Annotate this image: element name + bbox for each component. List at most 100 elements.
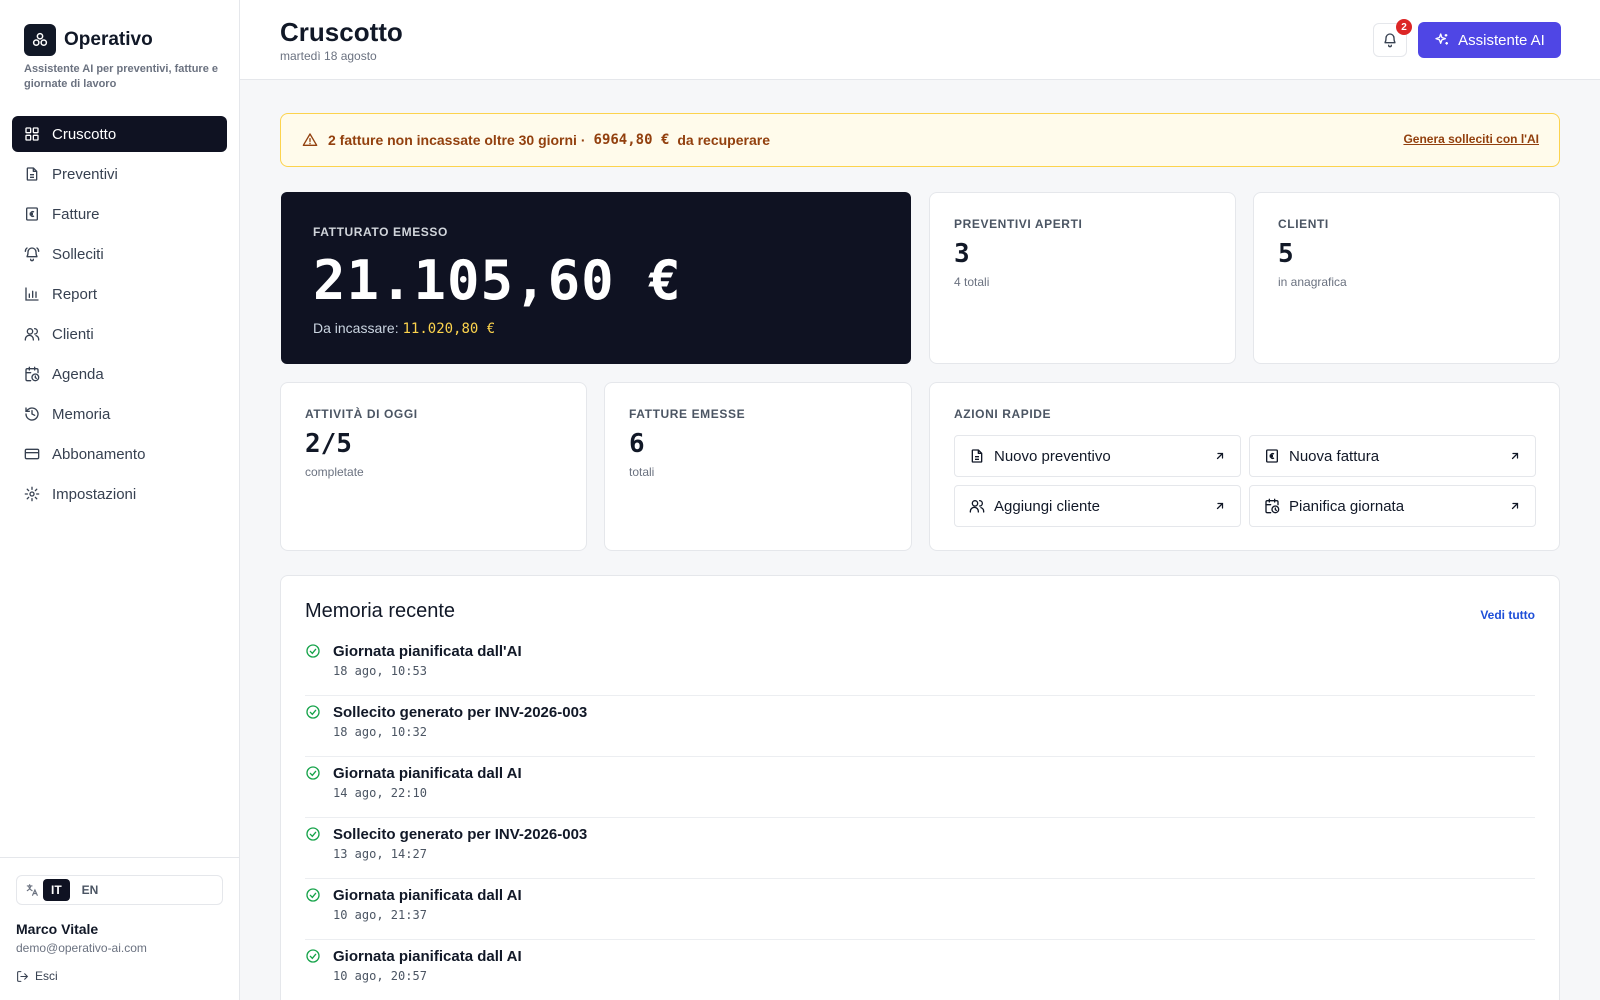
memory-item-title: Sollecito generato per INV-2026-003 <box>333 704 588 721</box>
new-invoice-label: Nuova fattura <box>1289 447 1380 465</box>
new-invoice-button[interactable]: Nuova fattura <box>1249 435 1536 477</box>
recent-memory-title: Memoria recente <box>305 600 456 622</box>
notifications-button[interactable]: 2 <box>1373 19 1412 57</box>
sidebar-item-label: Impostazioni <box>52 485 137 503</box>
clients-label: Clienti <box>1278 217 1329 231</box>
sidebar-footer: IT EN Marco Vitale demo@operativo-ai.com… <box>0 857 239 1000</box>
language-it-button[interactable]: IT <box>43 879 70 901</box>
sidebar-item-label: Memoria <box>52 405 111 423</box>
arrow-up-right-icon <box>1511 502 1519 510</box>
app-tagline: Assistente AI per preventivi, fatture e … <box>24 63 218 90</box>
check-circle-icon <box>306 827 320 841</box>
invoice-euro-icon <box>1266 449 1278 463</box>
list-item[interactable]: Giornata pianificata dall'AI 18 ago, 10:… <box>305 635 1535 696</box>
arrow-up-right-icon <box>1216 452 1224 460</box>
open-quotes-value: 3 <box>954 239 970 269</box>
list-item[interactable]: Giornata pianificata dall AI 14 ago, 22:… <box>305 757 1535 818</box>
new-quote-label: Nuovo preventivo <box>994 447 1111 465</box>
sidebar-item-report[interactable]: Report <box>12 276 227 312</box>
memory-item-title: Sollecito generato per INV-2026-003 <box>333 826 588 843</box>
today-activities-sub: completate <box>305 465 364 479</box>
users-icon <box>969 500 985 513</box>
app-logo-icon <box>24 24 56 56</box>
invoices-issued-card[interactable]: Fatture emesse 6 totali <box>604 382 912 551</box>
open-quotes-sub: 4 totali <box>954 275 990 289</box>
check-circle-icon <box>306 705 320 719</box>
plan-day-button[interactable]: Pianifica giornata <box>1249 485 1536 527</box>
warning-icon <box>302 133 318 146</box>
sidebar-item-cruscotto[interactable]: Cruscotto <box>12 116 227 152</box>
logout-button[interactable]: Esci <box>16 969 58 983</box>
logout-icon <box>17 970 29 982</box>
revenue-card: Fatturato emesso 21.105,60 € Da incassar… <box>281 192 911 364</box>
generate-reminders-link[interactable]: Genera solleciti con l'AI <box>1403 132 1539 146</box>
page-header: Cruscotto martedì 18 agosto 2 Assistente… <box>240 0 1600 80</box>
list-item[interactable]: Giornata pianificata dall AI 10 ago, 21:… <box>305 879 1535 940</box>
sidebar-item-impostazioni[interactable]: Impostazioni <box>12 476 227 512</box>
clients-sub: in anagrafica <box>1278 275 1347 289</box>
revenue-value: 21.105,60 € <box>313 249 682 312</box>
user-name: Marco Vitale <box>16 921 99 937</box>
list-item[interactable]: Sollecito generato per INV-2026-003 18 a… <box>305 696 1535 757</box>
quick-actions-grid: Nuovo preventivo Nuova fattura Aggiungi … <box>954 435 1536 527</box>
page-title: Cruscotto <box>280 17 403 47</box>
ai-assistant-label: Assistente AI <box>1458 31 1545 49</box>
sidebar-nav: Cruscotto Preventivi Fatture Solleciti R… <box>12 116 227 516</box>
sidebar-item-label: Preventivi <box>52 165 118 183</box>
open-quotes-label: Preventivi aperti <box>954 217 1083 231</box>
sidebar-item-abbonamento[interactable]: Abbonamento <box>12 436 227 472</box>
memory-item-time: 14 ago, 22:10 <box>333 786 427 800</box>
sidebar-item-label: Fatture <box>52 205 100 223</box>
clients-card[interactable]: Clienti 5 in anagrafica <box>1253 192 1560 364</box>
sidebar-item-fatture[interactable]: Fatture <box>12 196 227 232</box>
language-en-button[interactable]: EN <box>74 879 107 901</box>
sidebar-item-label: Report <box>52 285 98 303</box>
invoices-issued-value: 6 <box>629 429 645 459</box>
check-circle-icon <box>306 644 320 658</box>
sidebar-item-label: Agenda <box>52 365 104 383</box>
bell-icon <box>1384 33 1396 48</box>
language-switcher: IT EN <box>16 875 223 905</box>
arrow-up-right-icon <box>1216 502 1224 510</box>
invoices-issued-sub: totali <box>629 465 655 479</box>
page-date: martedì 18 agosto <box>280 49 377 63</box>
sidebar-item-label: Clienti <box>52 325 94 343</box>
memory-item-time: 18 ago, 10:53 <box>333 664 427 678</box>
memory-item-title: Giornata pianificata dall AI <box>333 948 522 965</box>
check-circle-icon <box>306 766 320 780</box>
quick-actions-card: Azioni rapide Nuovo preventivo Nuova fat… <box>929 382 1560 551</box>
list-item[interactable]: Sollecito generato per INV-2026-003 13 a… <box>305 818 1535 879</box>
sidebar-item-memoria[interactable]: Memoria <box>12 396 227 432</box>
add-client-label: Aggiungi cliente <box>994 497 1100 515</box>
plan-day-label: Pianifica giornata <box>1289 497 1405 515</box>
open-quotes-card[interactable]: Preventivi aperti 3 4 totali <box>929 192 1236 364</box>
alert-message: 2 fatture non incassate oltre 30 giorni … <box>328 132 770 148</box>
memory-item-title: Giornata pianificata dall AI <box>333 765 522 782</box>
sidebar-item-label: Abbonamento <box>52 445 146 463</box>
memory-item-time: 18 ago, 10:32 <box>333 725 427 739</box>
sidebar-item-preventivi[interactable]: Preventivi <box>12 156 227 192</box>
bell-ring-icon <box>24 247 40 262</box>
list-item[interactable]: Giornata pianificata dall AI 10 ago, 20:… <box>305 940 1535 1000</box>
memory-list: Giornata pianificata dall'AI 18 ago, 10:… <box>305 635 1535 1000</box>
sidebar: Operativo Assistente AI per preventivi, … <box>0 0 240 1000</box>
credit-card-icon <box>24 448 40 460</box>
ai-assistant-button[interactable]: Assistente AI <box>1418 22 1561 58</box>
overdue-alert: 2 fatture non incassate oltre 30 giorni … <box>280 113 1560 167</box>
notifications-badge: 2 <box>1396 19 1412 35</box>
memory-item-time: 10 ago, 21:37 <box>333 908 427 922</box>
invoices-issued-label: Fatture emesse <box>629 407 746 421</box>
add-client-button[interactable]: Aggiungi cliente <box>954 485 1241 527</box>
sidebar-item-clienti[interactable]: Clienti <box>12 316 227 352</box>
sidebar-item-solleciti[interactable]: Solleciti <box>12 236 227 272</box>
new-quote-button[interactable]: Nuovo preventivo <box>954 435 1241 477</box>
invoice-euro-icon <box>26 207 38 221</box>
view-all-link[interactable]: Vedi tutto <box>1480 608 1535 622</box>
sidebar-item-agenda[interactable]: Agenda <box>12 356 227 392</box>
today-activities-card[interactable]: Attività di oggi 2/5 completate <box>280 382 587 551</box>
translate-icon <box>26 884 38 896</box>
alert-text-before: 2 fatture non incassate oltre 30 giorni … <box>328 132 586 148</box>
sidebar-item-label: Cruscotto <box>52 125 117 143</box>
revenue-label: Fatturato emesso <box>313 225 448 239</box>
brand[interactable]: Operativo <box>24 24 153 56</box>
